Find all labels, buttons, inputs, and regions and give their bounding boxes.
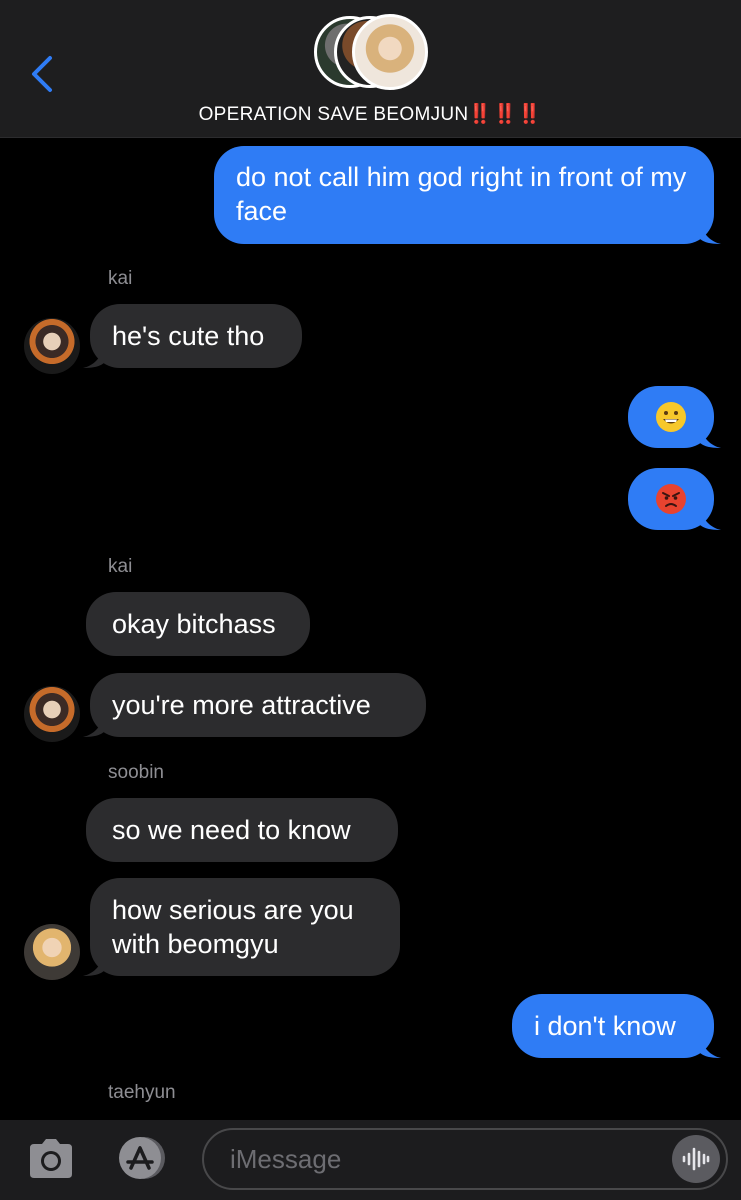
incoming-message[interactable]: okay bitchass — [86, 592, 310, 656]
sender-name-soobin: soobin — [108, 762, 164, 783]
message-text: okay bitchass — [112, 609, 276, 639]
grinning-face-emoji — [656, 402, 686, 432]
imessage-input[interactable] — [202, 1128, 728, 1190]
message-text: do not call him god right in front of my… — [236, 162, 687, 226]
sender-name-kai: kai — [108, 268, 133, 289]
incoming-message[interactable]: so we need to know — [86, 798, 398, 862]
conversation-header: OPERATION SAVE BEOMJUN‼️‼️‼️ — [0, 0, 741, 138]
double-exclamation-emoji: ‼️‼️‼️ — [468, 104, 543, 125]
message-text: so we need to know — [112, 815, 351, 845]
message-input-bar — [0, 1120, 741, 1200]
conversation-title-text: OPERATION SAVE BEOMJUN — [198, 104, 469, 125]
message-text: i don't know — [534, 1011, 676, 1041]
angry-face-emoji — [656, 484, 686, 514]
incoming-message[interactable]: he's cute tho — [83, 304, 302, 368]
group-avatar-stack[interactable] — [314, 14, 430, 94]
conversation-title[interactable]: OPERATION SAVE BEOMJUN‼️‼️‼️ — [0, 102, 741, 126]
avatar-kai[interactable] — [24, 318, 80, 374]
sender-name-taehyun: taehyun — [108, 1082, 176, 1103]
camera-icon — [30, 1139, 72, 1178]
app-store-button[interactable] — [112, 1134, 172, 1182]
message-text: how serious are you with beomgyu — [112, 895, 354, 959]
message-text: he's cute tho — [112, 321, 265, 351]
incoming-message[interactable]: you're more attractive — [83, 673, 426, 737]
outgoing-message[interactable]: i don't know — [512, 994, 721, 1058]
back-button[interactable] — [22, 52, 62, 96]
sender-name-kai: kai — [108, 556, 133, 577]
outgoing-emoji-message[interactable] — [628, 386, 721, 448]
group-avatar — [352, 14, 428, 90]
outgoing-emoji-message[interactable] — [628, 468, 721, 530]
back-chevron-icon — [32, 56, 52, 92]
audio-waveform-icon — [682, 1147, 710, 1171]
incoming-message[interactable]: how serious are you with beomgyu — [83, 878, 400, 976]
avatar-soobin[interactable] — [24, 924, 80, 980]
message-text: you're more attractive — [112, 690, 371, 720]
avatar-kai[interactable] — [24, 686, 80, 742]
outgoing-message[interactable]: do not call him god right in front of my… — [214, 146, 721, 244]
camera-button[interactable] — [26, 1136, 76, 1182]
app-store-icon — [119, 1137, 165, 1179]
imessage-screen: OPERATION SAVE BEOMJUN‼️‼️‼️ do not call… — [0, 0, 741, 1200]
audio-message-button[interactable] — [672, 1135, 720, 1183]
